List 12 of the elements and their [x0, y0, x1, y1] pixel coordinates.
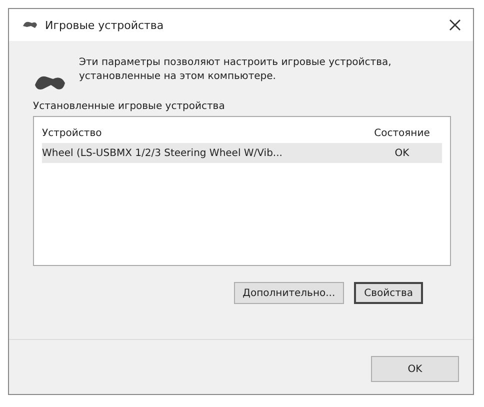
group-label: Установленные игровые устройства: [33, 101, 226, 112]
description-text: Эти параметры позволяют настроить игровые устройства, установленные на этом компьютере.: [79, 56, 392, 84]
window-title: Игровые устройства: [45, 18, 165, 32]
close-icon: [449, 19, 461, 31]
ok-button[interactable]: OK: [371, 356, 459, 382]
device-name: Wheel (LS-USBMX 1/2/3 Steering Wheel W/Vib...: [42, 148, 284, 158]
dialog-button[interactable]: Дополнительно...: [234, 282, 344, 304]
column-header[interactable]: Устройство: [42, 128, 362, 138]
dialog-button[interactable]: Свойства: [354, 282, 423, 304]
device-row[interactable]: Wheel (LS-USBMX 1/2/3 Steering Wheel W/Vib... OK: [42, 143, 442, 163]
device-status: OK: [394, 148, 410, 158]
column-header[interactable]: Состояние: [362, 128, 442, 138]
